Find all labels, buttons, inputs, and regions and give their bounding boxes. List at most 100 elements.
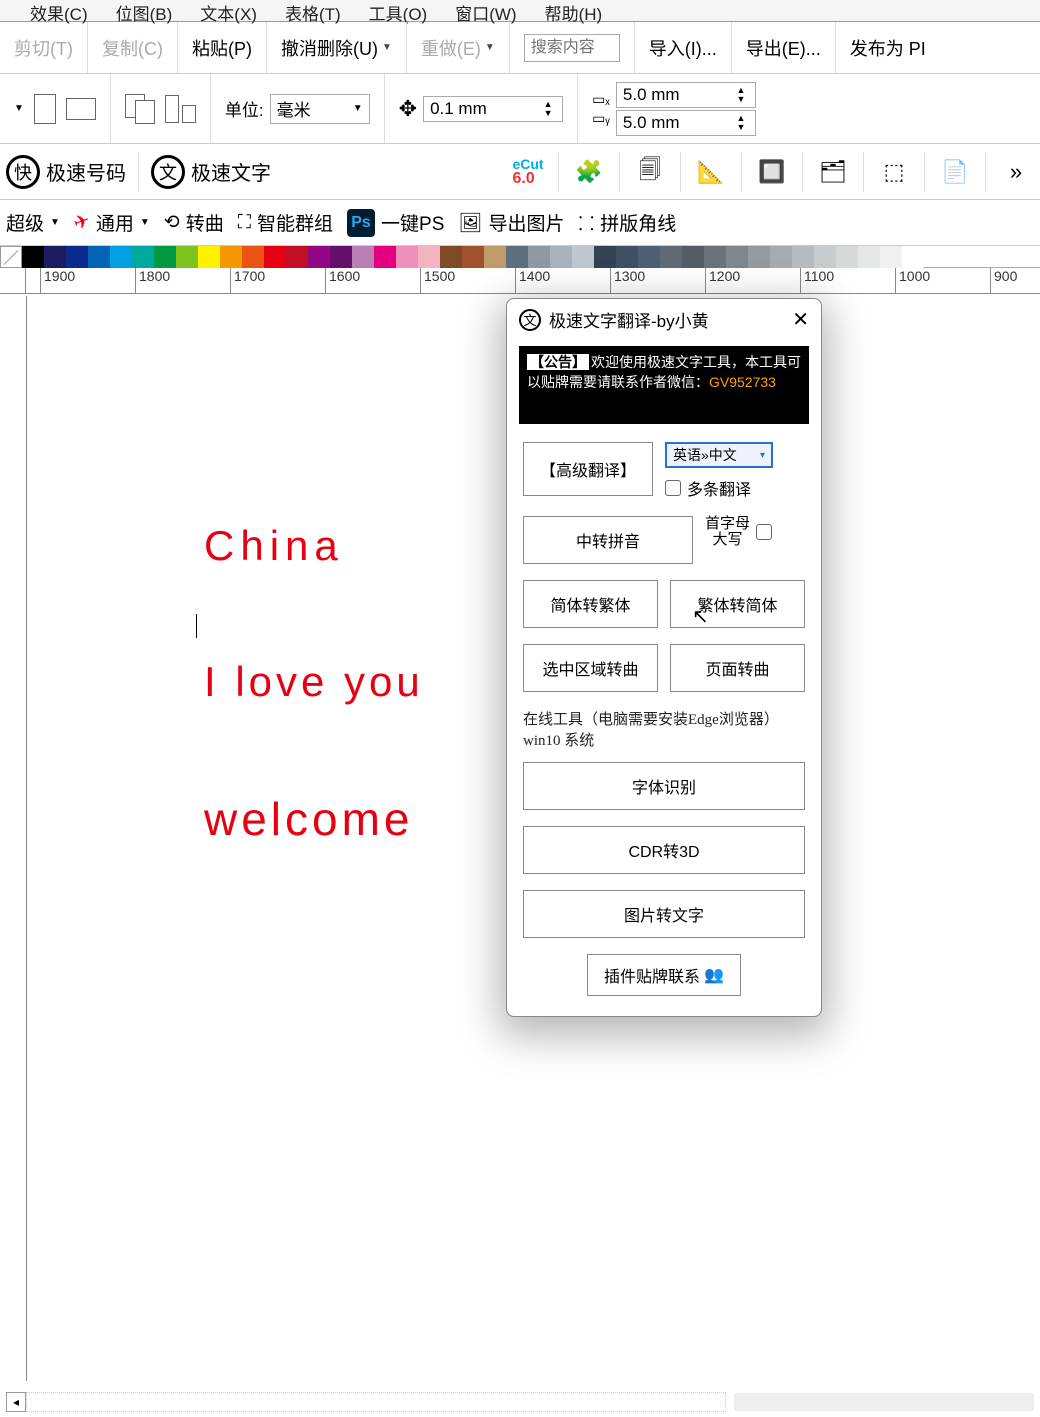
landscape-icon[interactable] — [66, 98, 96, 120]
color-swatch[interactable] — [726, 246, 748, 268]
speed-number-button[interactable]: 极速号码 — [46, 157, 126, 186]
color-swatch[interactable] — [660, 246, 682, 268]
image-to-text-button[interactable]: 图片转文字 — [523, 890, 805, 938]
multi-translate-checkbox[interactable]: 多条翻译 — [665, 476, 751, 500]
color-swatch[interactable] — [220, 246, 242, 268]
chevron-down-icon[interactable]: ▼ — [14, 103, 24, 114]
units-select[interactable]: 毫米▼ — [270, 94, 370, 124]
menu-tools[interactable]: 工具(O) — [369, 0, 428, 21]
portrait-icon[interactable] — [34, 94, 56, 124]
speed-text-icon[interactable]: 文 — [151, 155, 185, 189]
corner-mark-button[interactable]: ⸬拼版角线 — [579, 209, 677, 236]
color-swatch[interactable] — [770, 246, 792, 268]
color-swatch[interactable] — [748, 246, 770, 268]
color-swatch[interactable] — [572, 246, 594, 268]
simplified-to-traditional-button[interactable]: 简体转繁体 — [523, 580, 658, 628]
cdr-to-3d-button[interactable]: CDR转3D — [523, 826, 805, 874]
export-button[interactable]: 导出(E)... — [732, 22, 836, 73]
dup-y-input[interactable]: 5.0 mm▲▼ — [616, 110, 756, 136]
color-swatch[interactable] — [286, 246, 308, 268]
canvas-text-1[interactable]: China — [204, 522, 344, 570]
tool-icon-7[interactable]: 📄 — [937, 154, 973, 190]
color-swatch[interactable] — [132, 246, 154, 268]
super-button[interactable]: 超级▼ — [6, 209, 60, 236]
overflow-icon[interactable]: » — [998, 154, 1034, 190]
color-swatch[interactable] — [682, 246, 704, 268]
search-input[interactable] — [510, 22, 635, 73]
menu-text[interactable]: 文本(X) — [200, 0, 257, 21]
color-swatch[interactable] — [418, 246, 440, 268]
color-swatch[interactable] — [616, 246, 638, 268]
ruler-icon[interactable]: 📐 — [693, 154, 729, 190]
crop-icon[interactable]: ⬚ — [876, 154, 912, 190]
color-swatch[interactable] — [374, 246, 396, 268]
scroll-track[interactable] — [734, 1393, 1034, 1411]
color-swatch[interactable] — [638, 246, 660, 268]
single-page-icon[interactable] — [165, 95, 196, 123]
color-swatch[interactable] — [308, 246, 330, 268]
color-swatch[interactable] — [528, 246, 550, 268]
ecut-icon[interactable]: eCut6.0 — [510, 154, 546, 190]
color-swatch[interactable] — [198, 246, 220, 268]
menu-table[interactable]: 表格(T) — [285, 0, 341, 21]
color-swatch[interactable] — [550, 246, 572, 268]
color-swatch[interactable] — [440, 246, 462, 268]
capitalize-checkbox[interactable] — [756, 524, 772, 540]
undo-button[interactable]: 撤消删除(U)▼ — [267, 22, 407, 73]
color-swatch[interactable] — [154, 246, 176, 268]
paste-button[interactable]: 粘贴(P) — [178, 22, 267, 73]
color-swatch[interactable] — [506, 246, 528, 268]
to-curve-button[interactable]: ⟲转曲 — [164, 209, 224, 236]
export-image-button[interactable]: 🖼导出图片 — [458, 209, 564, 236]
color-swatch[interactable] — [176, 246, 198, 268]
color-swatch[interactable] — [66, 246, 88, 268]
color-swatch[interactable] — [330, 246, 352, 268]
menu-window[interactable]: 窗口(W) — [455, 0, 516, 21]
color-swatch[interactable] — [814, 246, 836, 268]
color-swatch[interactable] — [110, 246, 132, 268]
no-color-swatch[interactable] — [0, 246, 22, 268]
color-swatch[interactable] — [880, 246, 902, 268]
color-swatch[interactable] — [902, 246, 924, 268]
color-swatch[interactable] — [836, 246, 858, 268]
ruler-origin[interactable] — [0, 268, 26, 294]
color-swatch[interactable] — [88, 246, 110, 268]
publish-button[interactable]: 发布为 PI — [836, 22, 940, 73]
general-button[interactable]: ✈通用▼ — [74, 209, 150, 236]
menu-help[interactable]: 帮助(H) — [545, 0, 603, 21]
nudge-input[interactable]: 0.1 mm▲▼ — [423, 96, 563, 122]
color-swatch[interactable] — [792, 246, 814, 268]
speed-number-icon[interactable]: 快 — [6, 155, 40, 189]
color-swatch[interactable] — [264, 246, 286, 268]
page-layout-icons[interactable] — [111, 74, 211, 143]
facing-pages-icon[interactable] — [125, 94, 159, 124]
smart-group-button[interactable]: ⛶智能群组 — [238, 209, 333, 236]
dup-x-input[interactable]: 5.0 mm▲▼ — [616, 82, 756, 108]
page-orientation[interactable]: ▼ — [0, 74, 111, 143]
import-button[interactable]: 导入(I)... — [635, 22, 732, 73]
color-swatch[interactable] — [594, 246, 616, 268]
menu-bitmap[interactable]: 位图(B) — [116, 0, 173, 21]
color-swatch[interactable] — [352, 246, 374, 268]
color-swatch[interactable] — [484, 246, 506, 268]
selection-to-curve-button[interactable]: 选中区域转曲 — [523, 644, 658, 692]
color-swatch[interactable] — [858, 246, 880, 268]
canvas-text-2[interactable]: I love you — [204, 658, 424, 706]
close-icon[interactable]: ✕ — [792, 307, 809, 332]
tool-icon-2[interactable]: 🗐 — [632, 154, 668, 190]
scroll-left-icon[interactable]: ◂ — [6, 1392, 26, 1412]
menu-effects[interactable]: 效果(C) — [30, 0, 88, 21]
color-swatch[interactable] — [704, 246, 726, 268]
font-detect-button[interactable]: 字体识别 — [523, 762, 805, 810]
color-swatch[interactable] — [462, 246, 484, 268]
advanced-translate-button[interactable]: 【高级翻译】 — [523, 442, 653, 496]
speed-text-button[interactable]: 极速文字 — [191, 157, 271, 186]
layers-icon[interactable]: 🗂 — [815, 154, 851, 190]
traditional-to-simplified-button[interactable]: 繁体转简体 — [670, 580, 805, 628]
color-swatch[interactable] — [242, 246, 264, 268]
color-swatch[interactable] — [22, 246, 44, 268]
color-swatch[interactable] — [396, 246, 418, 268]
dialog-titlebar[interactable]: 文 极速文字翻译-by小黄 ✕ — [507, 299, 821, 340]
chevron-down-icon[interactable]: ▼ — [382, 42, 392, 53]
contact-button[interactable]: 插件贴牌联系👥 — [587, 954, 741, 996]
